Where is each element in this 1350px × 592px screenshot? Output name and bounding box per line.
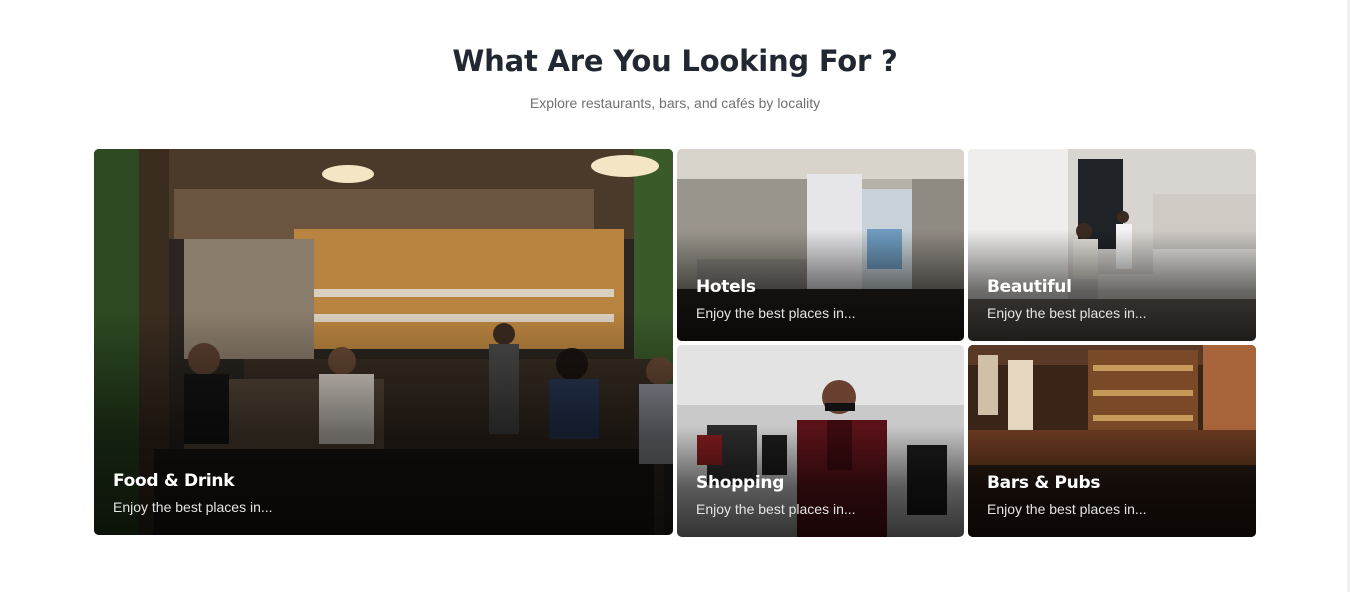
section-subtitle: Explore restaurants, bars, and cafés by … [529,95,821,111]
category-title: Hotels [696,277,756,297]
category-description: Enjoy the best places in... [696,305,856,321]
section-title: What Are You Looking For ? [452,44,898,78]
category-description: Enjoy the best places in... [987,305,1147,321]
category-card-food-drink[interactable]: Food & Drink Enjoy the best places in... [94,149,673,535]
category-description: Enjoy the best places in... [987,501,1147,517]
category-description: Enjoy the best places in... [113,499,273,515]
category-title: Food & Drink [113,471,235,491]
category-description: Enjoy the best places in... [696,501,856,517]
category-title: Shopping [696,473,785,493]
category-title: Bars & Pubs [987,473,1101,493]
category-card-hotels[interactable]: Hotels Enjoy the best places in... [677,149,964,341]
category-card-bars-pubs[interactable]: Bars & Pubs Enjoy the best places in... [968,345,1256,537]
category-card-shopping[interactable]: Shopping Enjoy the best places in... [677,345,964,537]
category-card-beautiful[interactable]: Beautiful Enjoy the best places in... [968,149,1256,341]
category-title: Beautiful [987,277,1072,297]
